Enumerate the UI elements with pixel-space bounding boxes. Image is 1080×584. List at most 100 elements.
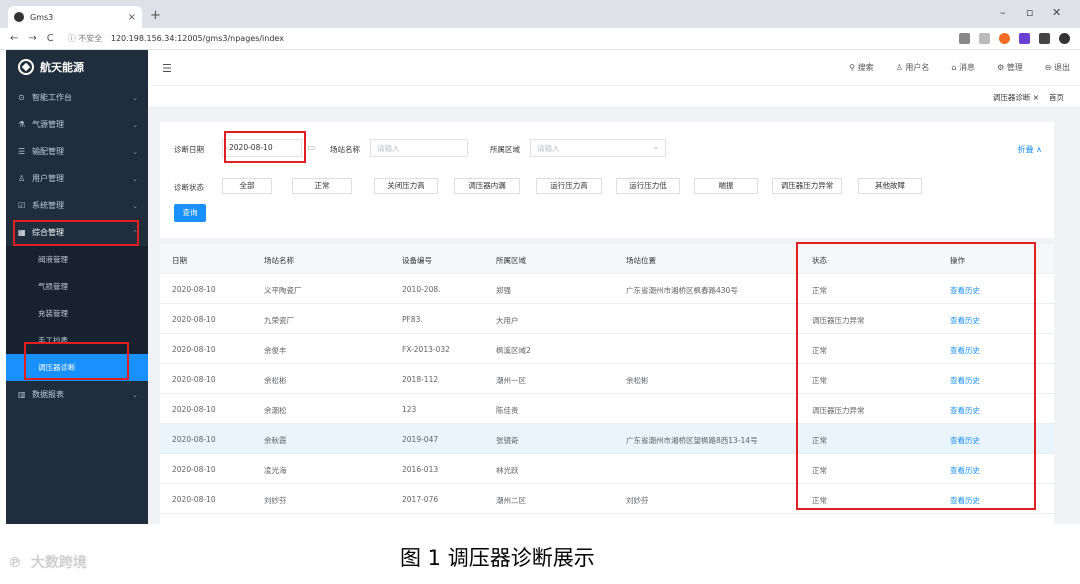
watermark: ℗ 大数跨境 <box>8 552 87 572</box>
cell-station: 余秋霞 <box>264 436 287 445</box>
calendar-icon: ▭ <box>307 143 315 152</box>
cell-date: 2020-08-10 <box>172 405 216 414</box>
username-button[interactable]: ♙ 用户名 <box>896 62 930 73</box>
cell-date: 2020-08-10 <box>172 375 216 384</box>
browser-tab[interactable]: Gms3 × <box>8 6 142 28</box>
status-normal[interactable]: 正常 <box>292 178 352 194</box>
cell-area: 潮州二区 <box>496 496 526 505</box>
sidebar-item-users[interactable]: ♙ 用户管理 ⌄ <box>6 165 148 192</box>
figure-caption: 图 1 调压器诊断展示 <box>400 546 595 570</box>
collapse-link[interactable]: 折叠 ∧ <box>1018 144 1042 155</box>
star-icon[interactable] <box>979 33 990 44</box>
area-select[interactable]: 请输入 ⌄ <box>530 139 666 157</box>
col-area: 所属区域 <box>496 256 526 265</box>
close-window-button[interactable]: ✕ <box>1052 6 1061 19</box>
annotation-box-status-action <box>796 242 1036 510</box>
tag-home[interactable]: 首页 <box>1049 92 1064 103</box>
extension-icons <box>959 33 1070 44</box>
status-close-pressure-high[interactable]: 关闭压力高 <box>374 178 438 194</box>
cell-device: 123 <box>402 405 417 414</box>
tag-regulator-diagnosis[interactable]: 调压器诊断 × <box>993 92 1039 103</box>
sidebar-item-distribution[interactable]: ☰ 输配管理 ⌄ <box>6 138 148 165</box>
status-run-pressure-low[interactable]: 运行压力低 <box>616 178 680 194</box>
cell-device: 2019-047 <box>402 435 439 444</box>
sidebar-item-workbench[interactable]: ⊙ 智能工作台 ⌄ <box>6 84 148 111</box>
annotation-box-date <box>224 131 306 163</box>
sidebar-item-reports[interactable]: ▥ 数据报表 ⌄ <box>6 381 148 408</box>
station-input[interactable]: 请输入 <box>370 139 468 157</box>
translate-icon[interactable] <box>959 33 970 44</box>
col-station: 场站名称 <box>264 256 294 265</box>
annotation-box-diagnosis-menu <box>24 342 129 380</box>
cell-area: 陈佳贵 <box>496 406 519 415</box>
menu-toggle-icon[interactable]: ☰ <box>162 62 172 75</box>
new-tab-button[interactable]: + <box>150 8 161 23</box>
cell-device: 2018-112 <box>402 375 439 384</box>
messages-button[interactable]: ⌂ 消息 <box>951 62 975 73</box>
logo[interactable]: 航天能源 <box>6 50 148 84</box>
extension-orange-icon[interactable] <box>999 33 1010 44</box>
manage-button[interactable]: ⚙ 管理 <box>997 62 1023 73</box>
extension-purple-icon[interactable] <box>1019 33 1030 44</box>
status-internal-leak[interactable]: 调压器内漏 <box>454 178 520 194</box>
cell-date: 2020-08-10 <box>172 495 216 504</box>
cell-date: 2020-08-10 <box>172 345 216 354</box>
puzzle-icon[interactable] <box>1039 33 1050 44</box>
cell-area: 潮州一区 <box>496 376 526 385</box>
gas-icon: ⚗ <box>18 120 26 129</box>
query-button[interactable]: 查询 <box>174 204 206 222</box>
clock-icon: ⊙ <box>18 93 25 102</box>
status-run-pressure-high[interactable]: 运行压力高 <box>536 178 602 194</box>
cell-station: 余松彬 <box>264 376 287 385</box>
cell-station: 刘妙芬 <box>264 496 287 505</box>
maximize-button[interactable]: ▫ <box>1026 6 1033 19</box>
cell-date: 2020-08-10 <box>172 285 216 294</box>
search-button[interactable]: ⚲ 搜索 <box>849 62 873 73</box>
status-all[interactable]: 全部 <box>222 178 272 194</box>
status-surge[interactable]: 喘振 <box>694 178 758 194</box>
status-other-fault[interactable]: 其他故障 <box>858 178 922 194</box>
cell-device: 2016-013 <box>402 465 439 474</box>
cell-device: PF83. <box>402 315 423 324</box>
sidebar-item-label: 数据报表 <box>32 390 64 399</box>
topbar: ☰ ⚲ 搜索 ♙ 用户名 ⌂ 消息 ⚙ 管理 ⊖ 退出 <box>148 50 1080 86</box>
sidebar-item-system[interactable]: ☑ 系统管理 ⌄ <box>6 192 148 219</box>
reload-button[interactable]: C <box>47 33 54 44</box>
cell-area: 大用户 <box>496 316 519 325</box>
watermark-text: 大数跨境 <box>30 555 87 571</box>
cell-location: 广东省潮州市湘桥区望枫路8西13-14号 <box>626 436 758 445</box>
chevron-down-icon: ⌄ <box>132 120 138 129</box>
sidebar-item-gas-source[interactable]: ⚗ 气源管理 ⌄ <box>6 111 148 138</box>
sidebar-item-label: 智能工作台 <box>32 93 72 102</box>
col-device: 设备编号 <box>402 256 432 265</box>
col-date: 日期 <box>172 256 187 265</box>
sidebar-subitem-valve[interactable]: 阀液管理 <box>6 246 148 273</box>
tags-bar: 调压器诊断 × 首页 <box>148 86 1080 108</box>
cell-station: 余俊丰 <box>264 346 287 355</box>
minimize-button[interactable]: – <box>1000 6 1006 19</box>
browser-tab-strip: Gms3 × + – ▫ ✕ <box>0 0 1080 28</box>
logo-text: 航天能源 <box>40 61 84 74</box>
area-label: 所属区域 <box>490 145 520 154</box>
back-button[interactable]: ← <box>10 33 18 44</box>
profile-icon[interactable] <box>1059 33 1070 44</box>
status-label: 诊断状态 <box>174 183 204 192</box>
logout-button[interactable]: ⊖ 退出 <box>1045 62 1070 73</box>
col-location: 场站位置 <box>626 256 656 265</box>
annotation-box-integrated-menu <box>13 220 139 246</box>
sidebar-subitem-filling[interactable]: 充装管理 <box>6 300 148 327</box>
insecure-indicator[interactable]: ⓘ 不安全 <box>68 34 103 43</box>
cell-device: FX-2013-032 <box>402 345 450 354</box>
tab-close-icon[interactable]: × <box>128 12 136 23</box>
sidebar-item-label: 气源管理 <box>32 120 64 129</box>
cell-location: 广东省潮州市湘桥区枫春路430号 <box>626 286 738 295</box>
url-field[interactable]: ⓘ 不安全 120.198.156.34:12005/gms3/npages/i… <box>68 33 284 44</box>
user-icon: ♙ <box>18 174 26 183</box>
logo-mark-icon <box>18 59 34 75</box>
sidebar: 航天能源 ⊙ 智能工作台 ⌄ ⚗ 气源管理 ⌄ ☰ 输配管理 ⌄ ♙ 用户管理 … <box>6 50 148 524</box>
sidebar-subitem-gas-loss[interactable]: 气损管理 <box>6 273 148 300</box>
forward-button[interactable]: → <box>28 33 36 44</box>
report-icon: ▥ <box>18 390 26 399</box>
cell-device: 2010-208. <box>402 285 441 294</box>
status-pressure-abnormal[interactable]: 调压器压力异常 <box>772 178 842 194</box>
